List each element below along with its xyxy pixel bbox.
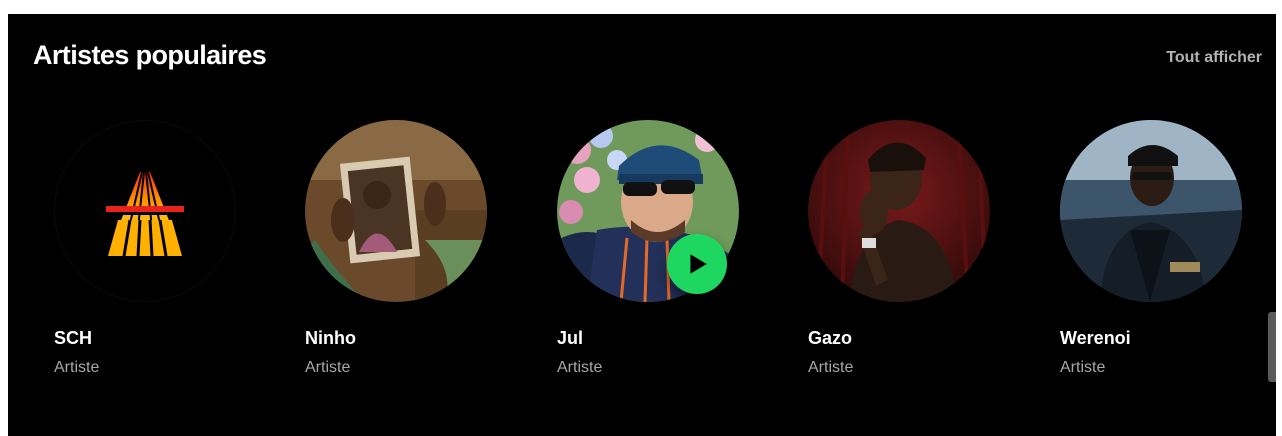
artist-card-werenoi[interactable]: Werenoi Artiste (1060, 120, 1246, 400)
artist-name: SCH (54, 328, 93, 348)
artist-type: Artiste (1060, 359, 1106, 376)
play-icon (690, 254, 707, 274)
popular-artists-panel: Artistes populaires Tout afficher SCH Ar… (8, 14, 1276, 436)
artist-name: Jul (557, 328, 584, 348)
artist-name: Gazo (808, 328, 853, 348)
artist-name: Ninho (305, 328, 356, 348)
artist-avatar-sch (54, 120, 236, 302)
artist-type: Artiste (305, 359, 351, 376)
artist-name: Werenoi (1060, 328, 1131, 348)
artist-type: Artiste (557, 359, 603, 376)
artist-avatar-werenoi (1060, 120, 1242, 302)
section-title: Artistes populaires (33, 40, 267, 70)
show-all-link[interactable]: Tout afficher (1166, 49, 1262, 67)
artist-card-jul[interactable]: Jul Artiste (557, 120, 743, 400)
artist-type: Artiste (54, 359, 100, 376)
artist-card-sch[interactable]: SCH Artiste (54, 120, 240, 400)
scrollbar-thumb[interactable] (1268, 312, 1276, 382)
sch-logo-icon (106, 171, 184, 257)
play-button[interactable] (667, 234, 727, 294)
artist-card-gazo[interactable]: Gazo Artiste (808, 120, 994, 400)
artist-photo (808, 120, 990, 302)
artist-avatar-gazo (808, 120, 990, 302)
artist-card-ninho[interactable]: Ninho Artiste (305, 120, 491, 400)
artist-type: Artiste (808, 359, 854, 376)
artist-photo (305, 120, 487, 302)
artist-avatar-ninho (305, 120, 487, 302)
artist-photo (1060, 120, 1242, 302)
